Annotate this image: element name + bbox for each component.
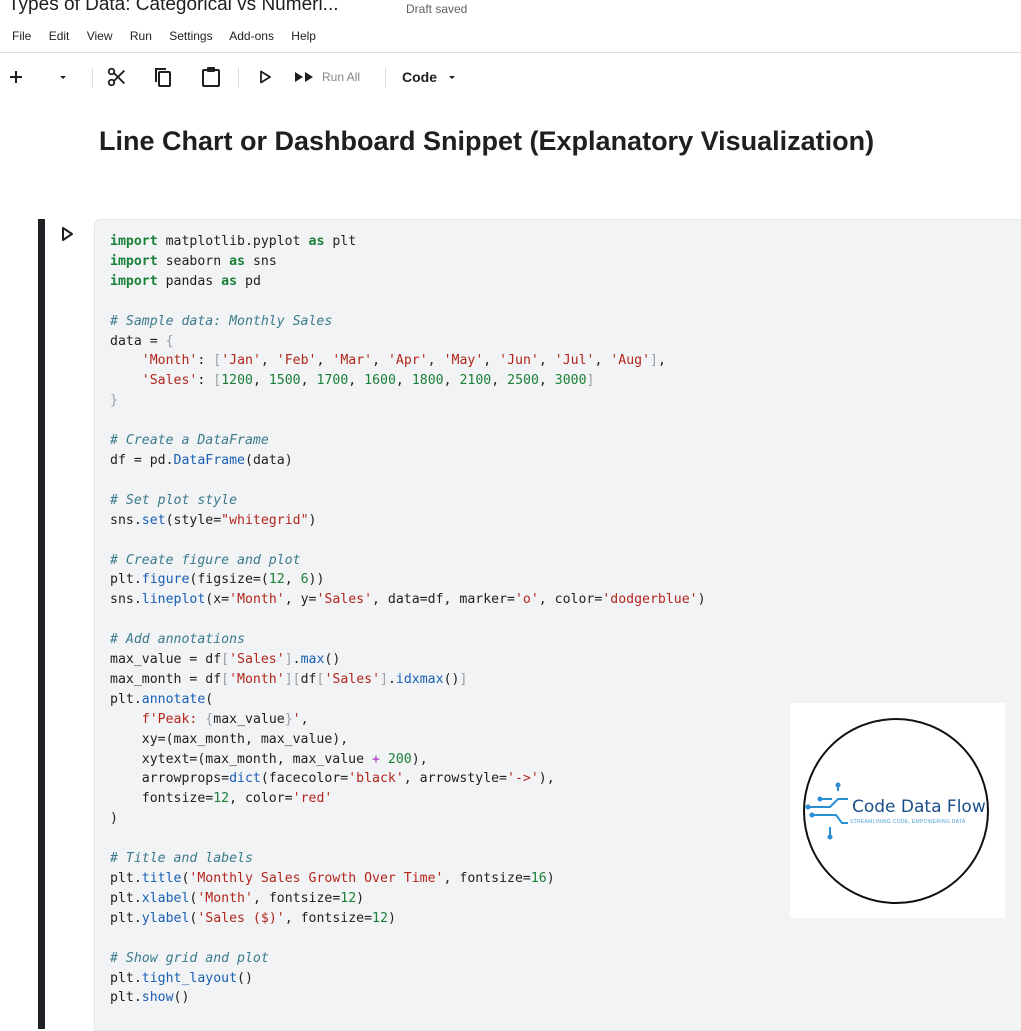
code-line[interactable]: xytext=(max_month, max_value + 200), <box>110 752 428 767</box>
code-line[interactable]: sns.set(style="whitegrid") <box>110 513 316 528</box>
code-line[interactable]: # Create figure and plot <box>110 553 301 568</box>
code-line[interactable]: 'Sales': [1200, 1500, 1700, 1600, 1800, … <box>110 373 595 388</box>
menu-run[interactable]: Run <box>130 29 152 43</box>
code-line[interactable]: # Set plot style <box>110 493 237 508</box>
code-line[interactable]: plt.title('Monthly Sales Growth Over Tim… <box>110 871 555 886</box>
code-line[interactable]: plt.xlabel('Month', fontsize=12) <box>110 891 364 906</box>
menu-help[interactable]: Help <box>291 29 316 43</box>
code-line[interactable]: data = { <box>110 334 174 349</box>
scissors-icon <box>107 67 125 87</box>
code-line[interactable]: # Show grid and plot <box>110 951 269 966</box>
toolbar-divider <box>238 68 239 88</box>
code-line[interactable]: sns.lineplot(x='Month', y='Sales', data=… <box>110 592 706 607</box>
code-line[interactable]: max_month = df['Month'][df['Sales'].idxm… <box>110 672 467 687</box>
notebook-title[interactable]: Types of Data: Categorical vs Numeri... <box>8 0 339 16</box>
toolbar-divider <box>92 68 93 88</box>
menu-edit[interactable]: Edit <box>49 29 70 43</box>
code-line[interactable]: f'Peak: {max_value}', <box>110 712 309 727</box>
clipboard-icon <box>202 67 220 87</box>
menu-file[interactable]: File <box>12 29 31 43</box>
save-status: Draft saved <box>406 2 468 16</box>
cell-type-label: Code <box>402 69 437 85</box>
code-line[interactable]: } <box>110 393 118 408</box>
add-cell-button[interactable] <box>4 56 28 98</box>
watermark-logo: Code Data Flow STREAMLINING CODE, EMPOWE… <box>790 703 1005 918</box>
logo-tagline: STREAMLINING CODE, EMPOWERING DATA <box>850 819 966 825</box>
code-line[interactable]: plt.show() <box>110 990 189 1005</box>
code-line[interactable]: import pandas as pd <box>110 274 261 289</box>
paste-button[interactable] <box>198 56 224 98</box>
code-line[interactable]: max_value = df['Sales'].max() <box>110 652 340 667</box>
code-line[interactable]: plt.tight_layout() <box>110 971 253 986</box>
code-line[interactable]: plt.figure(figsize=(12, 6)) <box>110 572 324 587</box>
menu-settings[interactable]: Settings <box>169 29 212 43</box>
plus-icon <box>10 71 22 83</box>
code-line[interactable]: # Create a DataFrame <box>110 433 269 448</box>
code-line[interactable]: df = pd.DataFrame(data) <box>110 453 293 468</box>
code-content[interactable]: import matplotlib.pyplot as plt import s… <box>110 232 706 1008</box>
toolbar: Run All Code <box>0 56 1021 98</box>
logo-name: Code Data Flow <box>852 797 986 817</box>
active-cell-indicator <box>38 219 45 1029</box>
markdown-heading: Line Chart or Dashboard Snippet (Explana… <box>99 126 875 156</box>
cell-type-select[interactable]: Code <box>402 56 464 98</box>
run-all-label: Run All <box>322 70 361 84</box>
cut-button[interactable] <box>104 56 130 98</box>
copy-button[interactable] <box>150 56 176 98</box>
chevron-down-icon <box>60 76 66 79</box>
add-cell-dropdown[interactable] <box>52 56 74 98</box>
play-icon <box>260 70 271 84</box>
chevron-down-icon <box>449 76 455 79</box>
code-line[interactable]: arrowprops=dict(facecolor='black', arrow… <box>110 771 555 786</box>
code-line[interactable]: plt.annotate( <box>110 692 213 707</box>
run-all-button[interactable]: Run All <box>294 56 374 98</box>
play-icon <box>62 227 73 241</box>
code-line[interactable]: # Title and labels <box>110 851 253 866</box>
code-line[interactable]: # Add annotations <box>110 632 245 647</box>
code-line[interactable]: fontsize=12, color='red' <box>110 791 333 806</box>
menu-add-ons[interactable]: Add-ons <box>229 29 274 43</box>
code-line[interactable]: ) <box>110 811 118 826</box>
notebook-header: Types of Data: Categorical vs Numeri... … <box>0 0 1021 53</box>
code-line[interactable]: # Sample data: Monthly Sales <box>110 314 332 329</box>
code-line[interactable]: plt.ylabel('Sales ($)', fontsize=12) <box>110 911 396 926</box>
copy-icon <box>155 68 171 87</box>
code-line[interactable]: xy=(max_month, max_value), <box>110 732 348 747</box>
cell-run-button[interactable] <box>60 226 80 246</box>
menu-view[interactable]: View <box>87 29 113 43</box>
toolbar-divider <box>385 68 386 88</box>
code-line[interactable]: import matplotlib.pyplot as plt <box>110 234 356 249</box>
run-cell-button[interactable] <box>254 56 276 98</box>
code-line[interactable]: 'Month': ['Jan', 'Feb', 'Mar', 'Apr', 'M… <box>110 353 666 368</box>
code-line[interactable]: import seaborn as sns <box>110 254 277 269</box>
menu-bar: File Edit View Run Settings Add-ons Help <box>12 29 330 43</box>
fast-forward-icon <box>295 72 313 82</box>
